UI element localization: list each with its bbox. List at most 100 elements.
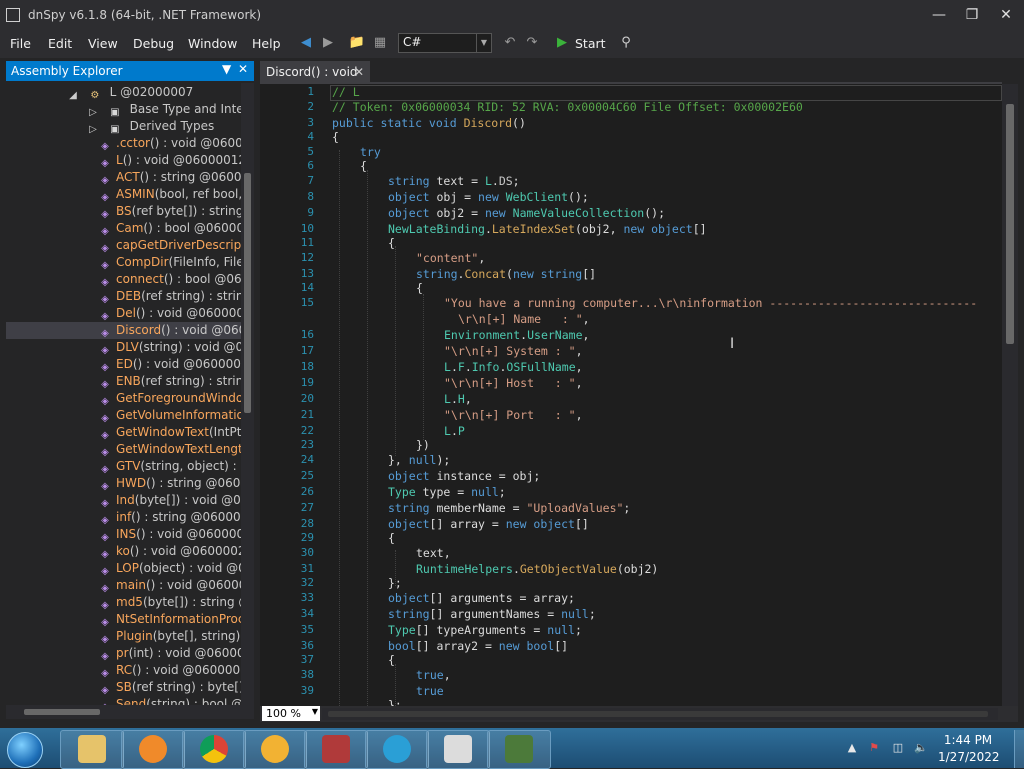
back-icon[interactable]: ◀ [296,33,316,53]
show-desktop-button[interactable] [1014,730,1024,768]
explorer-horizontal-scrollbar[interactable] [6,705,254,719]
tree-method-node[interactable]: ◈ DLV(string) : void @06 [6,339,251,356]
tree-method-node[interactable]: ◈ BS(ref byte[]) : string @ [6,203,254,220]
tree-method-node[interactable]: ◈ inf() : string @0600002 [6,509,254,526]
taskbar-terminal[interactable] [487,730,551,769]
tree-folder-node[interactable]: ▷ ▣ Base Type and Interfaces [86,101,254,118]
tree-method-node[interactable]: ◈ ENB(ref string) : string [6,373,251,390]
code-editor[interactable]: 1 2 3 4 5 6 7 8 9 10 11 12 13 14 15 16 17 18 19 20 21 22 23 24 2… [260,84,1002,706]
line-number: 14 [300,281,314,294]
maximize-button[interactable]: ❐ [957,4,987,26]
tree-method-node[interactable]: ◈ .cctor() : void @060000 [6,135,254,152]
line-number: 1 [307,85,314,98]
menu-file[interactable]: File [10,36,31,51]
tree-method-node[interactable]: ◈ RC() : void @0600002D [6,662,254,679]
menu-edit[interactable]: Edit [48,36,72,51]
tree-method-node[interactable]: ◈ CompDir(FileInfo, File [6,254,244,271]
tree-method-node[interactable]: ◈ GetWindowTextLength [6,441,250,458]
volume-icon[interactable]: 🔈 [914,741,928,755]
tree-method-node[interactable]: ◈ pr(int) : void @060000 [6,645,252,662]
undo-icon[interactable]: ↶ [500,33,520,53]
menu-window[interactable]: Window [188,36,237,51]
method-name: inf [116,510,132,524]
scroll-thumb[interactable] [328,711,988,717]
tree-method-node[interactable]: ◈ GTV(string, object) : o [6,458,248,475]
action-center-icon[interactable]: ⚑ [867,741,881,755]
menu-help[interactable]: Help [252,36,281,51]
tree-method-node[interactable]: ◈ ED() : void @0600001E [6,356,254,373]
taskbar-system-tool[interactable] [304,730,368,769]
taskbar-windows[interactable] [426,730,490,769]
open-folder-icon[interactable]: 📁 [347,33,367,53]
method-name: ENB [116,374,141,388]
language-select[interactable]: C# ▼ [398,33,492,53]
taskbar-explorer[interactable] [60,730,124,769]
tree-method-node[interactable]: ◈ HWD() : string @06000 [6,475,254,492]
clock-date[interactable]: 1/27/2022 [938,750,1000,764]
tab-label: Discord() : void [266,65,358,79]
tree-method-node[interactable]: ◈ NtSetInformationProc [6,611,244,628]
tree-method-node[interactable]: ◈ INS() : void @0600003 [6,526,252,543]
explorer-vertical-scrollbar[interactable] [241,83,254,705]
tree-folder-node[interactable]: ▷ ▣ Derived Types [86,118,214,135]
tree-method-node[interactable]: ◈ capGetDriverDescripti [6,237,249,254]
tree-method-node[interactable]: ◈ GetForegroundWindo [6,390,243,407]
tree-method-node[interactable]: ◈ Del() : void @0600003 [6,305,252,322]
show-hidden-icons-icon[interactable]: ▲ [845,741,859,755]
play-icon[interactable]: ▶ [552,33,572,53]
tree-method-node[interactable]: ◈ GetVolumeInformatio [6,407,244,424]
tree-method-node[interactable]: ◈ Cam() : bool @060000 [6,220,252,237]
taskbar-tech-app[interactable] [365,730,429,769]
menu-view[interactable]: View [88,36,118,51]
tree-method-node[interactable]: ◈ ko() : void @06000028 [6,543,253,560]
tab-close-icon[interactable]: ✕ [354,65,364,79]
tree-method-node[interactable]: ◈ md5(byte[]) : string @ [6,594,250,611]
language-value: C# [403,35,422,49]
maximize-icon: ❐ [965,7,979,23]
panel-dropdown-icon[interactable]: ▼ [222,62,231,76]
code-line-30: text, [416,546,451,560]
taskbar-chrome[interactable] [182,730,246,769]
network-icon[interactable]: ◫ [891,741,905,755]
tree-method-node[interactable]: ◈ SB(ref string) : byte[] @ [6,679,254,696]
panel-close-icon[interactable]: ✕ [238,62,248,76]
tab-discord[interactable]: Discord() : void ✕ [260,61,370,84]
minimize-button[interactable]: — [924,4,954,26]
zoom-select[interactable]: 100 % ▼ [262,706,320,721]
tree-method-node[interactable]: ◈ main() : void @060000 [6,577,254,594]
code-line-11: { [388,236,395,250]
redo-icon[interactable]: ↷ [522,33,542,53]
line-number: 17 [300,344,314,357]
tree-class-node[interactable]: ◢ ⚙ L @02000007 [66,84,193,101]
tree-method-node[interactable]: ◈ ACT() : string @060000 [6,169,254,186]
start-button[interactable]: Start [575,36,606,51]
method-signature: (int) : void @060000 [128,646,253,660]
search-icon[interactable]: ⚲ [616,33,636,53]
tree-method-node[interactable]: ◈Send(string) : bool @0 [6,696,251,705]
tree-method-node[interactable]: ◈ L() : void @06000012 [6,152,246,169]
tree-method-node[interactable]: ◈ ASMIN(bool, ref bool, [6,186,242,203]
editor-vertical-scrollbar[interactable] [1002,84,1018,706]
taskbar-media-player[interactable] [121,730,185,769]
open-list-icon[interactable]: ▦ [370,33,390,53]
code-line-15: "You have a running computer...\r\ninfor… [444,296,978,310]
clock-time[interactable]: 1:44 PM [938,733,998,747]
forward-icon[interactable]: ▶ [318,33,338,53]
line-number: 31 [300,562,314,575]
tree-method-node[interactable]: ◈ DEB(ref string) : string [6,288,251,305]
scroll-thumb[interactable] [244,173,251,413]
method-name: GetWindowTextLength [116,442,251,456]
tree-method-node[interactable]: ◈ Discord() : void @0600 [6,322,254,339]
taskbar-vpn[interactable] [243,730,307,769]
tree-method-node[interactable]: ◈ Plugin(byte[], string) : [6,628,248,645]
tree-method-node[interactable]: ◈ connect() : bool @060 [6,271,249,288]
close-button[interactable]: ✕ [991,4,1021,26]
menu-debug[interactable]: Debug [133,36,174,51]
scroll-thumb[interactable] [1006,104,1014,344]
start-button[interactable] [4,731,46,768]
scroll-thumb[interactable] [24,709,100,715]
tree-method-node[interactable]: ◈ LOP(object) : void @06 [6,560,253,577]
editor-horizontal-scrollbar[interactable] [322,708,998,720]
tree-method-node[interactable]: ◈ Ind(byte[]) : void @060 [6,492,254,509]
tree-method-node[interactable]: ◈ GetWindowText(IntPtr [6,424,246,441]
